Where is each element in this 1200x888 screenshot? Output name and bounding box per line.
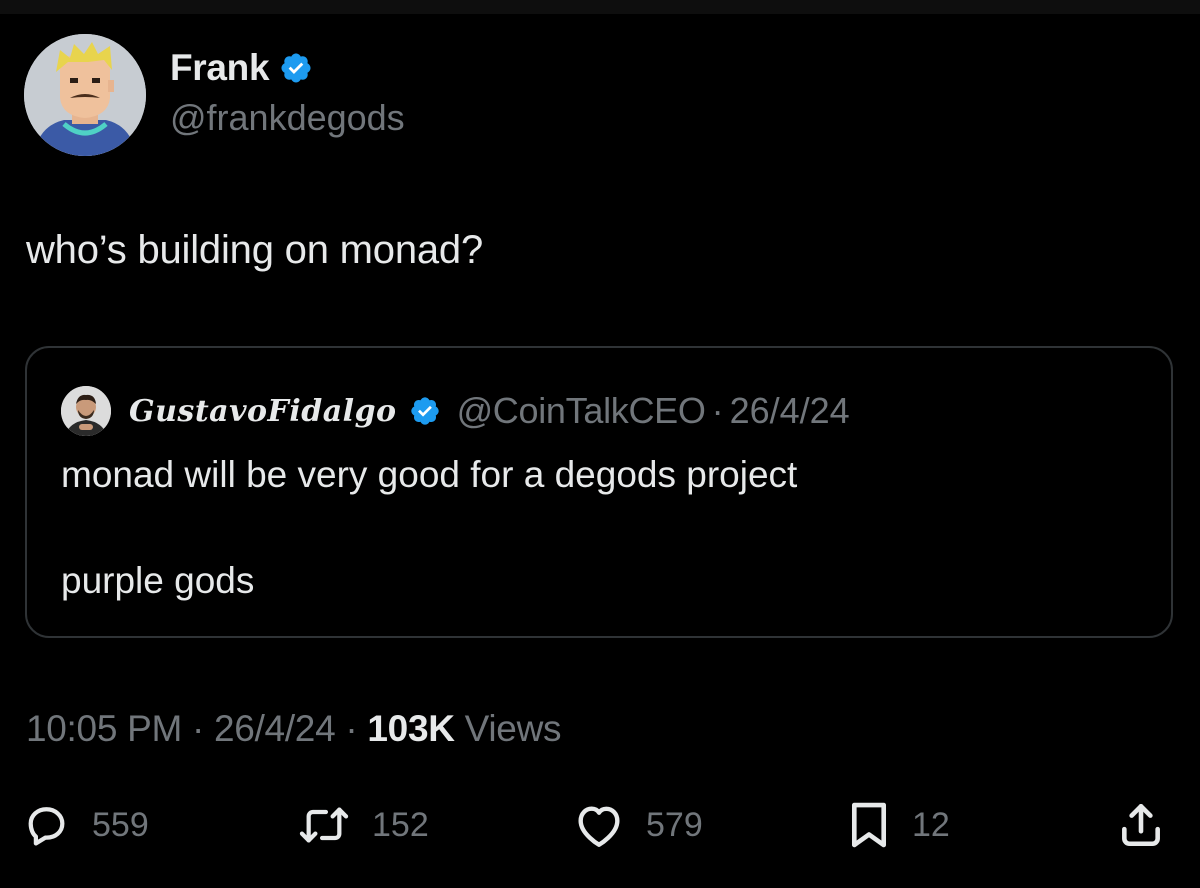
verified-badge-icon bbox=[279, 51, 313, 85]
verified-badge-icon bbox=[409, 395, 441, 427]
top-strip bbox=[0, 0, 1200, 14]
quoted-tweet-card[interactable]: GustavoFidalgo @CoinTalkCEO · 26/4/24 mo… bbox=[25, 346, 1173, 638]
quoted-tweet-header: GustavoFidalgo @CoinTalkCEO · 26/4/24 bbox=[61, 386, 850, 436]
bookmark-count: 12 bbox=[912, 805, 950, 844]
repost-count: 152 bbox=[372, 805, 429, 844]
tweet-date[interactable]: 26/4/24 bbox=[214, 708, 336, 750]
author-name-block: Frank @frankdegods bbox=[170, 47, 405, 139]
tweet-meta-row: 10:05 PM · 26/4/24 · 103K Views bbox=[26, 708, 562, 750]
share-button[interactable] bbox=[1116, 790, 1166, 860]
meta-separator: · bbox=[191, 708, 205, 749]
reply-button[interactable]: 559 bbox=[24, 790, 149, 860]
like-count: 579 bbox=[646, 805, 703, 844]
author-display-name[interactable]: Frank bbox=[170, 47, 270, 89]
bookmark-icon bbox=[848, 799, 890, 851]
repost-icon bbox=[296, 802, 352, 848]
tweet-time[interactable]: 10:05 PM bbox=[26, 708, 182, 750]
quoted-meta-separator: · bbox=[711, 390, 724, 431]
views-label: Views bbox=[464, 708, 562, 749]
reply-count: 559 bbox=[92, 805, 149, 844]
repost-button[interactable]: 152 bbox=[296, 790, 429, 860]
like-button[interactable]: 579 bbox=[574, 790, 703, 860]
tweet-text: who’s building on monad? bbox=[26, 228, 484, 272]
tweet-header: Frank @frankdegods bbox=[24, 34, 405, 156]
meta-separator: · bbox=[345, 708, 358, 749]
quoted-tweet-date[interactable]: 26/4/24 bbox=[730, 390, 850, 432]
share-icon bbox=[1116, 800, 1166, 850]
views-count: 103K bbox=[367, 708, 455, 749]
heart-icon bbox=[574, 802, 624, 848]
author-handle[interactable]: @frankdegods bbox=[170, 97, 405, 139]
bookmark-button[interactable]: 12 bbox=[848, 790, 950, 860]
quoted-author-avatar[interactable] bbox=[61, 386, 111, 436]
quoted-tweet-text-line-1: monad will be very good for a degods pro… bbox=[61, 454, 798, 495]
reply-icon bbox=[24, 802, 70, 848]
action-bar: 559 152 579 12 bbox=[0, 790, 1200, 860]
quoted-author-name[interactable]: GustavoFidalgo bbox=[129, 394, 397, 429]
quoted-tweet-text-line-2: purple gods bbox=[61, 560, 255, 601]
author-name-row: Frank bbox=[170, 47, 405, 89]
quoted-author-handle[interactable]: @CoinTalkCEO bbox=[457, 390, 706, 432]
author-avatar[interactable] bbox=[24, 34, 146, 156]
